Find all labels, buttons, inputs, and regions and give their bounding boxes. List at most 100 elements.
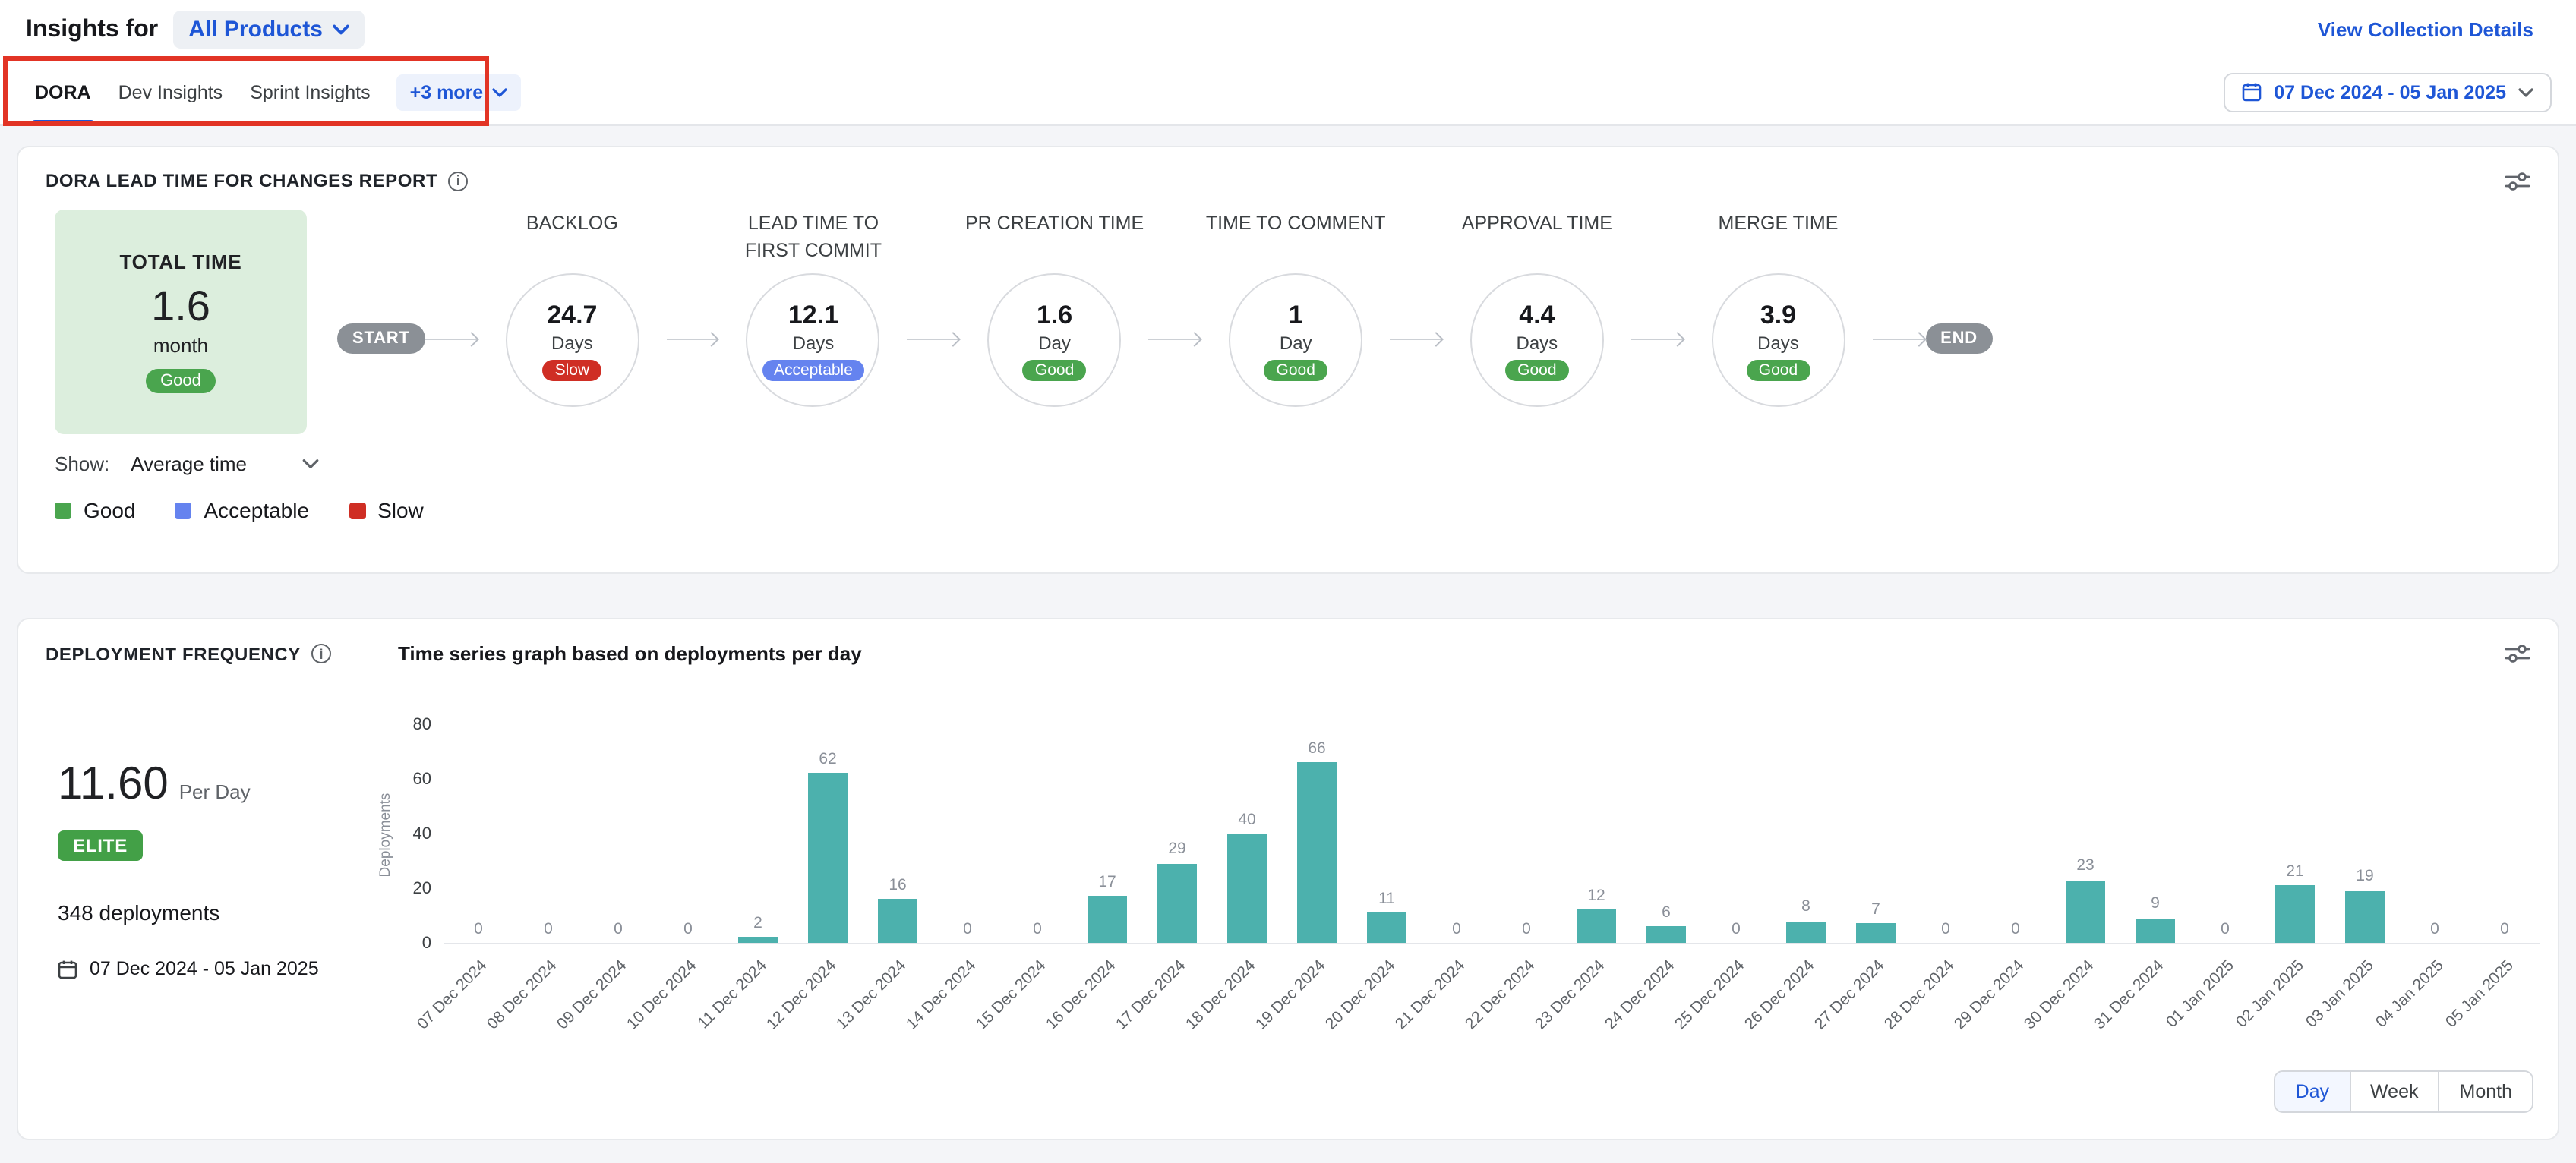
- bar-value-label: 0: [963, 921, 972, 937]
- bar[interactable]: [2275, 885, 2315, 943]
- bar-slot: 021 Dec 2024: [1422, 726, 1492, 943]
- topbar: Insights for All Products View Collectio…: [0, 0, 2576, 59]
- x-axis-label: 02 Jan 2025: [2233, 957, 2308, 1032]
- legend-color-chip: [175, 502, 192, 518]
- product-selector-value: All Products: [188, 17, 323, 43]
- bar-value-label: 0: [1941, 921, 1950, 937]
- bar-slot: 1613 Dec 2024: [863, 726, 933, 943]
- deployment-rate-unit: Per Day: [179, 780, 251, 803]
- x-axis-label: 27 Dec 2024: [1812, 957, 1889, 1033]
- sliders-icon: [2505, 644, 2530, 663]
- stage-name: MERGE TIME: [1719, 210, 1839, 270]
- info-icon[interactable]: i: [311, 644, 331, 663]
- bar[interactable]: [1786, 921, 1826, 943]
- legend-color-chip: [349, 502, 365, 518]
- bar[interactable]: [808, 774, 848, 943]
- chevron-down-icon: [301, 459, 318, 469]
- x-axis-label: 31 Dec 2024: [2091, 957, 2168, 1033]
- x-axis-label: 19 Dec 2024: [1253, 957, 1330, 1033]
- chart-subtitle: Time series graph based on deployments p…: [398, 642, 862, 665]
- info-icon[interactable]: i: [448, 171, 468, 191]
- stage-circle[interactable]: 4.4DaysGood: [1470, 273, 1604, 407]
- tab-more[interactable]: +3 more: [396, 74, 522, 110]
- stage-value: 1: [1289, 300, 1303, 330]
- view-collection-details-link[interactable]: View Collection Details: [2318, 18, 2533, 41]
- bar[interactable]: [738, 938, 778, 943]
- y-axis-ticks: 020406080: [398, 726, 444, 944]
- bar[interactable]: [1157, 864, 1197, 943]
- bar-plot: 007 Dec 2024008 Dec 2024009 Dec 2024010 …: [444, 726, 2540, 944]
- chevron-down-icon: [333, 24, 350, 35]
- bar-slot: 2917 Dec 2024: [1142, 726, 1212, 943]
- bar-value-label: 12: [1587, 888, 1605, 904]
- granularity-month[interactable]: Month: [2439, 1072, 2533, 1111]
- granularity-toggle: DayWeekMonth: [2275, 1070, 2533, 1113]
- chart-settings-button[interactable]: [2505, 644, 2530, 663]
- bar-value-label: 16: [889, 877, 906, 893]
- total-status-badge: Good: [145, 369, 216, 393]
- deployment-body: 11.60 Per Day ELITE 348 deployments 07 D…: [18, 665, 2558, 979]
- x-axis-label: 12 Dec 2024: [764, 957, 841, 1033]
- bar-slot: 028 Dec 2024: [1911, 726, 1981, 943]
- chart-settings-button[interactable]: [2505, 171, 2530, 191]
- bar-value-label: 11: [1378, 890, 1395, 906]
- bar[interactable]: [1577, 910, 1616, 943]
- bar[interactable]: [1367, 912, 1406, 943]
- bar-slot: 001 Jan 2025: [2190, 726, 2260, 943]
- bar-value-label: 0: [2221, 921, 2230, 937]
- lead-time-card: DORA LEAD TIME FOR CHANGES REPORT i TOTA…: [17, 146, 2559, 574]
- bar-slot: 009 Dec 2024: [583, 726, 653, 943]
- stage-pr-creation-time: PR CREATION TIME1.6DayGood: [961, 210, 1149, 407]
- bar-slot: 2330 Dec 2024: [2050, 726, 2120, 943]
- stage-circle[interactable]: 1.6DayGood: [988, 273, 1122, 407]
- tabs-bar: DORADev InsightsSprint Insights +3 more …: [0, 59, 2576, 126]
- bar-value-label: 6: [1662, 904, 1671, 920]
- date-range-picker[interactable]: 07 Dec 2024 - 05 Jan 2025: [2224, 72, 2552, 112]
- total-time-box: TOTAL TIME 1.6 month Good: [55, 210, 307, 434]
- bar[interactable]: [1856, 924, 1896, 943]
- bar-slot: 029 Dec 2024: [1981, 726, 2050, 943]
- stage-circle[interactable]: 12.1DaysAcceptable: [747, 273, 880, 407]
- bar-slot: 015 Dec 2024: [1002, 726, 1072, 943]
- chevron-down-icon: [492, 87, 507, 96]
- tab-sprint-insights[interactable]: Sprint Insights: [236, 59, 384, 124]
- stage-circle[interactable]: 24.7DaysSlow: [505, 273, 639, 407]
- x-axis-label: 17 Dec 2024: [1113, 957, 1190, 1033]
- bar-value-label: 7: [1871, 902, 1880, 918]
- stage-circle[interactable]: 3.9DaysGood: [1711, 273, 1845, 407]
- product-selector[interactable]: All Products: [173, 11, 365, 49]
- x-axis-label: 22 Dec 2024: [1463, 957, 1539, 1033]
- bar-slot: 1223 Dec 2024: [1561, 726, 1631, 943]
- bar[interactable]: [2066, 880, 2105, 943]
- bar-value-label: 0: [1452, 921, 1461, 937]
- bar-slot: 1903 Jan 2025: [2330, 726, 2400, 943]
- total-time-unit: month: [153, 334, 208, 357]
- bar[interactable]: [878, 899, 917, 943]
- granularity-week[interactable]: Week: [2349, 1072, 2438, 1111]
- tab-dora[interactable]: DORA: [21, 59, 105, 124]
- stage-circle[interactable]: 1DayGood: [1229, 273, 1362, 407]
- x-axis-label: 23 Dec 2024: [1533, 957, 1609, 1033]
- bar-value-label: 0: [683, 921, 693, 937]
- bar[interactable]: [1227, 834, 1267, 943]
- bar-slot: 727 Dec 2024: [1841, 726, 1911, 943]
- bar[interactable]: [2345, 891, 2385, 943]
- bar[interactable]: [1297, 762, 1337, 943]
- bar[interactable]: [2136, 919, 2175, 943]
- y-tick-label: 40: [413, 827, 432, 843]
- more-tabs-label: +3 more: [410, 81, 484, 102]
- show-metric-select[interactable]: Average time: [131, 452, 318, 475]
- bar[interactable]: [1088, 897, 1127, 943]
- legend-item-good: Good: [55, 498, 136, 522]
- bar[interactable]: [1646, 926, 1686, 943]
- stage-backlog: BACKLOG24.7DaysSlow: [478, 210, 666, 407]
- insights-dashboard: Insights for All Products View Collectio…: [0, 0, 2576, 1163]
- tab-dev-insights[interactable]: Dev Insights: [105, 59, 237, 124]
- legend-color-chip: [55, 502, 71, 518]
- x-axis-label: 18 Dec 2024: [1183, 957, 1260, 1033]
- granularity-day[interactable]: Day: [2276, 1072, 2349, 1111]
- bar-slot: 022 Dec 2024: [1492, 726, 1561, 943]
- bar-slot: 6212 Dec 2024: [793, 726, 863, 943]
- stage-name: TIME TO COMMENT: [1206, 210, 1386, 270]
- legend-item-acceptable: Acceptable: [175, 498, 310, 522]
